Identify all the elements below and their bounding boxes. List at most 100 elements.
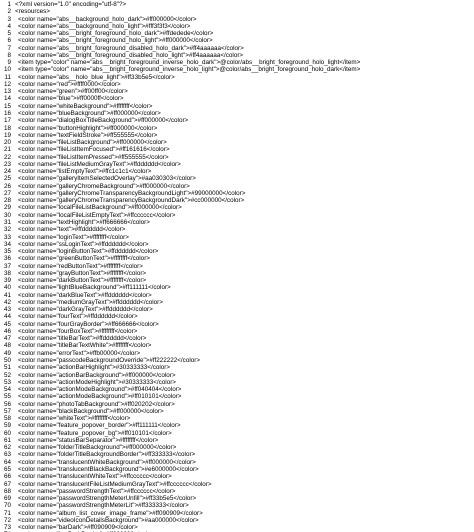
code-text[interactable]: <color name="titleBarText">#ffdddddd</co… [15,335,146,342]
code-text[interactable]: <color name="whiteText">#ffffffff</color… [15,415,130,422]
code-text[interactable]: <color name="barDark">#ff090909</color> [15,524,138,531]
code-line[interactable]: 50 <color name="passcodeBackgroundOverrid… [0,357,474,364]
code-line[interactable]: 47 <color name="titleBarText">#ffdddddd</… [0,335,474,342]
code-line[interactable]: 24 <color name="listEmptyText">#ffc1c1c1<… [0,168,474,175]
code-text[interactable]: <resources> [15,8,50,15]
code-line[interactable]: 12 <color name="red">#ffff0000</color> [0,81,474,88]
code-line[interactable]: 36 <color name="greenButtonText">#fffffff… [0,255,474,262]
code-text[interactable]: <color name="titleBarTextWhite">#fffffff… [15,342,151,349]
code-line[interactable]: 44 <color name="fourText">#ffdddddd</colo… [0,313,474,320]
code-line[interactable]: 29 <color name="localFileListBackground">… [0,204,474,211]
code-line[interactable]: 14 <color name="blue">#ff0000ff</color> [0,95,474,102]
code-line[interactable]: 11 <color name="abs__holo_blue_light">#ff… [0,74,474,81]
code-text[interactable]: <color name="album_list_cover_image_fram… [15,510,203,517]
code-text[interactable]: <color name="galleryChromeBackground">#f… [15,183,190,190]
code-line[interactable]: 57 <color name="blackBackground">#ff00000… [0,408,474,415]
code-line[interactable]: 22 <color name="fileListItemPressed">#ff5… [0,154,474,161]
code-text[interactable]: <color name="fileListItemFocused">#ff161… [15,146,170,153]
code-line[interactable]: 4 <color name="abs__background_holo_light… [0,23,474,30]
code-text[interactable]: <color name="translucentWhiteBackground"… [15,459,196,466]
code-text[interactable]: <color name="localFileListBackground">#f… [15,204,182,211]
code-line[interactable]: 64 <color name="translucentWhiteBackgroun… [0,459,474,466]
code-line[interactable]: 63 <color name="folderTitleBackgroundBord… [0,451,474,458]
code-text[interactable]: <color name="darkGrayText">#ffdddddd</co… [15,306,153,313]
code-text[interactable]: <color name="fourBoxText">#ffffffff</col… [15,328,137,335]
code-line[interactable]: 52 <color name="actionBarBackground">#ff0… [0,372,474,379]
code-text[interactable]: <color name="actionBarBackground">#ff000… [15,372,176,379]
code-line[interactable]: 8 <color name="abs__bright_foreground_dis… [0,52,474,59]
code-text[interactable]: <color name="actionModeHighlight">#30333… [15,379,176,386]
code-text[interactable]: <item type="color" name="abs__bright_for… [15,66,360,73]
code-line[interactable]: 15 <color name="whiteBackground">#fffffff… [0,103,474,110]
code-text[interactable]: <color name="fileListItemPressed">#ff555… [15,154,169,161]
code-line[interactable]: 38 <color name="grayButtonText">#ffffffff… [0,270,474,277]
code-line[interactable]: 49 <color name="errorText">#ffb00000</col… [0,350,474,357]
code-line[interactable]: 60 <color name="feature_popover_bg">#ff01… [0,430,474,437]
code-line[interactable]: 18 <color name="buttonHighlight">#ff00000… [0,125,474,132]
code-line[interactable]: 3 <color name="abs__background_holo_dark"… [0,16,474,23]
code-text[interactable]: <color name="abs__bright_foreground_holo… [15,37,213,44]
code-text[interactable]: <color name="buttonHighlight">#ff000000<… [15,125,157,132]
code-text[interactable]: <color name="galleryChromeTransparencyBa… [15,190,245,197]
code-text[interactable]: <color name="folderTitleBackground">#ff0… [15,444,176,451]
code-line[interactable]: 55 <color name="actionModeBackground">#ff… [0,393,474,400]
code-line[interactable]: 58 <color name="whiteText">#ffffffff</col… [0,415,474,422]
code-text[interactable]: <color name="blackBackground">#ff000000<… [15,408,164,415]
code-line[interactable]: 19 <color name="textFieldStroke">#ff55555… [0,132,474,139]
code-line[interactable]: 25 <color name="galleryItemSelectedOverla… [0,175,474,182]
code-text[interactable]: <?xml version="1.0" encoding="utf-8"?> [15,1,126,8]
code-line[interactable]: 7 <color name="abs__bright_foreground_dis… [0,45,474,52]
code-text[interactable]: <color name="text">#ffdddddd</color> [15,226,125,233]
code-text[interactable]: <color name="errorText">#ffb00000</color… [15,350,140,357]
code-text[interactable]: <color name="passwordStrengthText">#ffcc… [15,488,175,495]
code-text[interactable]: <color name="darkButtonText">#ffffffff</… [15,277,146,284]
code-text[interactable]: <color name="redButtonText">#ffffffff</c… [15,263,143,270]
code-text[interactable]: <color name="grayButtonText">#ffffffff</… [15,270,146,277]
code-text[interactable]: <color name="blueBackground">#ff000000</… [15,110,161,117]
code-line[interactable]: 70 <color name="passwordStrengthMeterLit"… [0,502,474,509]
code-line[interactable]: 42 <color name="mediumGrayText">#ffdddddd… [0,299,474,306]
code-line[interactable]: 51 <color name="actionBarHighlight">#3033… [0,364,474,371]
code-line[interactable]: 35 <color name="loginButtonText">#ffddddd… [0,248,474,255]
code-text[interactable]: <color name="passwordStrengthMeterLit">#… [15,502,189,509]
code-text[interactable]: <color name="abs__background_holo_light"… [15,23,190,30]
code-line[interactable]: 17 <color name="dialogBoxTitleBackground"… [0,117,474,124]
code-text[interactable]: <color name="fileListMediumGrayText">#ff… [15,161,181,168]
code-line[interactable]: 56 <color name="photoTabBackground">#ff02… [0,401,474,408]
code-text[interactable]: <color name="darkBlueText">#ffdddddd</co… [15,292,152,299]
code-text[interactable]: <color name="listEmptyText">#ffc1c1c1</c… [15,168,151,175]
code-line[interactable]: 6 <color name="abs__bright_foreground_hol… [0,37,474,44]
code-text[interactable]: <color name="actionBarHighlight">#303333… [15,364,170,371]
code-line[interactable]: 59 <color name="feature_popover_border">#… [0,422,474,429]
code-text[interactable]: <color name="abs__bright_foreground_holo… [15,30,213,37]
code-line[interactable]: 46 <color name="fourBoxText">#ffffffff</c… [0,328,474,335]
code-text[interactable]: <color name="passwordStrengthMeterUnfill… [15,495,196,502]
code-line[interactable]: 34 <color name="ssLoginText">#ffdddddd</c… [0,241,474,248]
code-text[interactable]: <color name="dialogBoxTitleBackground">#… [15,117,188,124]
code-text[interactable]: <color name="translucentWhiteText">#ffcc… [15,473,172,480]
code-text[interactable]: <color name="green">#ff00ff00</color> [15,88,128,95]
code-line[interactable]: 16 <color name="blueBackground">#ff000000… [0,110,474,117]
code-text[interactable]: <color name="blue">#ff0000ff</color> [15,95,124,102]
code-text[interactable]: <item type="color" name="abs__bright_for… [15,59,360,66]
code-line[interactable]: 31 <color name="textHighlight">#ff666666<… [0,219,474,226]
code-text[interactable]: <color name="fileListBackground">#ff0000… [15,139,167,146]
code-text[interactable]: <color name="fourText">#ffdddddd</color> [15,313,138,320]
code-text[interactable]: <color name="loginButtonText">#ffdddddd<… [15,248,158,255]
code-text[interactable]: <color name="abs__holo_blue_light">#ff33… [15,74,175,81]
code-text[interactable]: <color name="abs__background_holo_dark">… [15,16,197,23]
code-line[interactable]: 48 <color name="titleBarTextWhite">#fffff… [0,342,474,349]
code-area[interactable]: 1 <?xml version="1.0" encoding="utf-8"?> 2… [0,1,474,532]
code-line[interactable]: 53 <color name="actionModeHighlight">#303… [0,379,474,386]
code-line[interactable]: 40 <color name="lightBlueBackground">#ff1… [0,284,474,291]
code-line[interactable]: 41 <color name="darkBlueText">#ffdddddd</… [0,292,474,299]
code-text[interactable]: <color name="actionModeBackground">#ff01… [15,393,181,400]
code-text[interactable]: <color name="localFileListEmptyText">#ff… [15,212,175,219]
code-text[interactable]: <color name="lightBlueBackground">#ff111… [15,284,171,291]
code-line[interactable]: 20 <color name="fileListBackground">#ff00… [0,139,474,146]
code-text[interactable]: <color name="textFieldStroke">#ff555555<… [15,132,157,139]
code-text[interactable]: <color name="red">#ffff0000</color> [15,81,121,88]
code-text[interactable]: <color name="photoTabBackground">#ff0202… [15,401,175,408]
code-line[interactable]: 39 <color name="darkButtonText">#ffffffff… [0,277,474,284]
code-text[interactable]: <color name="feature_popover_border">#ff… [15,422,181,429]
